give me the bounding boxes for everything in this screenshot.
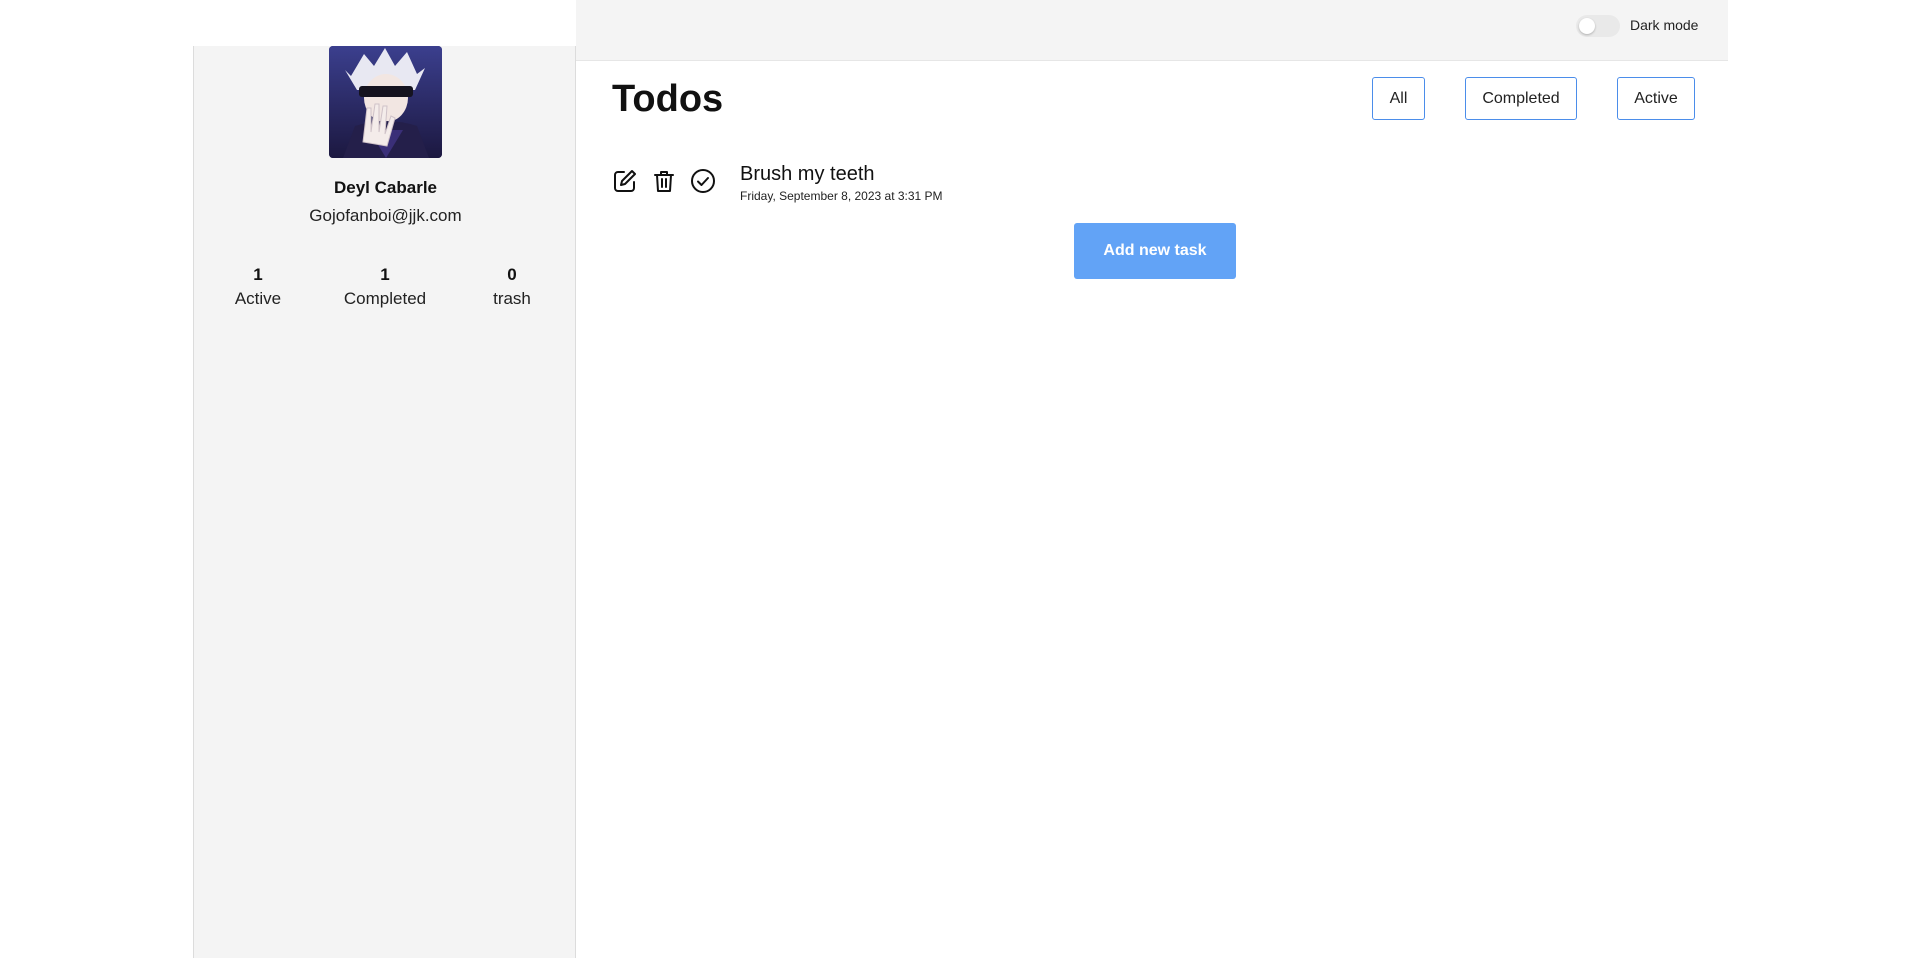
stat-trash: 0 trash	[452, 264, 572, 312]
dark-mode-label: Dark mode	[1630, 17, 1699, 33]
toggle-knob	[1579, 18, 1595, 34]
profile-name: Deyl Cabarle	[334, 178, 437, 197]
todo-title: Brush my teeth	[740, 163, 875, 185]
todo-date: Friday, September 8, 2023 at 3:31 PM	[740, 189, 943, 203]
edit-icon[interactable]	[612, 168, 638, 194]
stat-count: 1	[253, 265, 263, 284]
top-bar: Dark mode	[576, 0, 1728, 61]
stat-active: 1 Active	[198, 264, 318, 312]
todo-item: Brush my teeth Friday, September 8, 2023…	[612, 160, 1012, 210]
avatar	[329, 46, 442, 158]
filter-completed-button[interactable]: Completed	[1465, 77, 1577, 120]
stat-label: Completed	[343, 289, 427, 308]
check-circle-icon[interactable]	[690, 168, 716, 194]
trash-icon[interactable]	[651, 168, 677, 194]
filter-all-button[interactable]: All	[1372, 77, 1425, 120]
stat-label: trash	[493, 289, 531, 308]
dark-mode-toggle[interactable]	[1576, 15, 1620, 37]
stat-completed: 1 Completed	[325, 264, 445, 312]
add-new-task-button[interactable]: Add new task	[1074, 223, 1236, 279]
page-title: Todos	[612, 78, 724, 120]
stat-count: 1	[380, 265, 390, 284]
profile-sidebar: Deyl Cabarle Gojofanboi@jjk.com 1 Active…	[193, 46, 576, 958]
stat-label: Active	[234, 289, 282, 308]
todo-app: Deyl Cabarle Gojofanboi@jjk.com 1 Active…	[193, 0, 1728, 958]
filter-active-button[interactable]: Active	[1617, 77, 1695, 120]
profile-email: Gojofanboi@jjk.com	[309, 206, 462, 225]
stat-count: 0	[507, 265, 517, 284]
